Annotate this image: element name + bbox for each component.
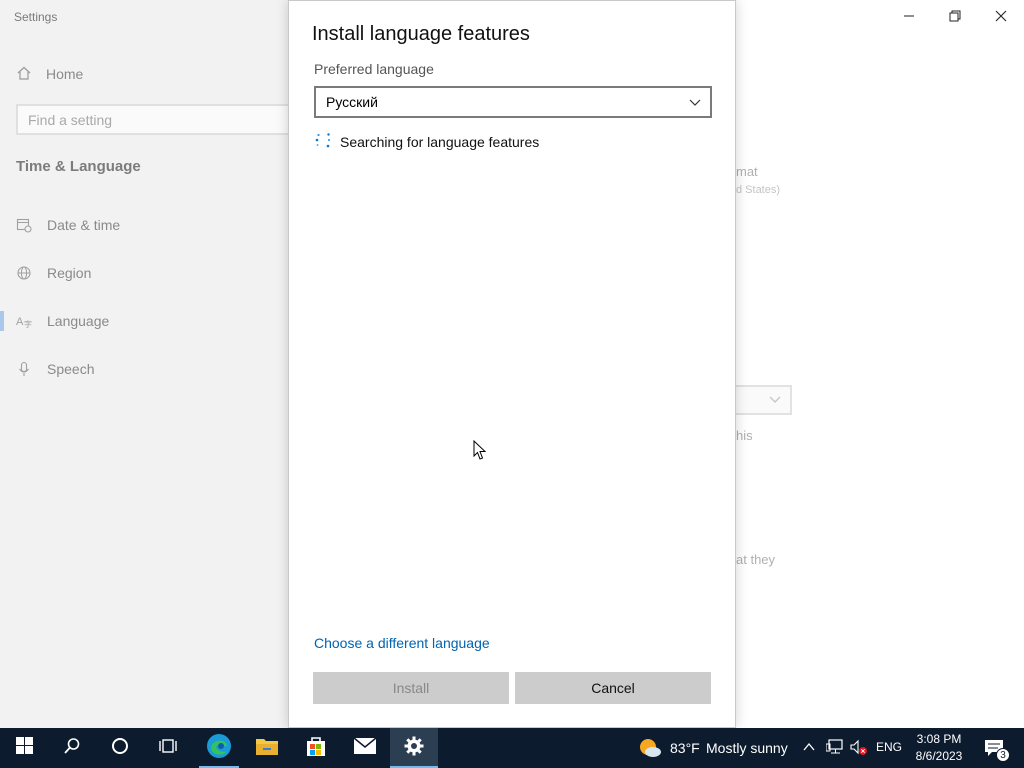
this-text-fragment: his [736, 428, 753, 443]
nav-home[interactable]: Home [16, 64, 83, 84]
cancel-button[interactable]: Cancel [515, 672, 711, 704]
sidebar-item-date-time[interactable]: Date & time [0, 207, 289, 243]
clock-time: 3:08 PM [916, 732, 962, 746]
weather-temperature: 83°F [670, 740, 700, 756]
edge-browser-icon [206, 733, 232, 764]
close-button[interactable] [978, 0, 1024, 32]
globe-icon [16, 265, 32, 281]
sidebar-item-label: Region [47, 265, 92, 281]
searching-status: Searching for language features [314, 131, 539, 152]
taskbar: 83°F Mostly sunny ENG 3:08 PM 8/6/2023 3 [0, 728, 1024, 768]
spinner-icon [314, 131, 332, 152]
calendar-clock-icon [16, 217, 32, 233]
dialog-title: Install language features [312, 23, 530, 45]
task-view-icon [159, 737, 177, 760]
chevron-down-icon [768, 392, 782, 411]
preferred-language-dropdown[interactable]: Русский [314, 86, 712, 118]
choose-different-language-link[interactable]: Choose a different language [314, 635, 490, 651]
chevron-up-icon [802, 741, 816, 758]
taskbar-store[interactable] [292, 728, 340, 768]
mail-icon [353, 736, 377, 760]
action-center-button[interactable]: 3 [980, 728, 1024, 768]
restore-button[interactable] [932, 0, 978, 32]
install-button[interactable]: Install [313, 672, 509, 704]
app-title: Settings [14, 10, 58, 24]
taskbar-settings[interactable] [390, 728, 438, 768]
sidebar-item-label: Speech [47, 361, 95, 377]
input-language-indicator[interactable]: ENG [876, 740, 902, 754]
taskbar-edge[interactable] [195, 728, 243, 768]
taskbar-file-explorer[interactable] [243, 728, 291, 768]
taskbar-mail[interactable] [341, 728, 389, 768]
show-hidden-icons-button[interactable] [802, 740, 816, 759]
weather-condition: Mostly sunny [706, 740, 788, 756]
search-button[interactable] [48, 728, 96, 768]
clock[interactable]: 3:08 PM 8/6/2023 [910, 731, 968, 765]
network-button[interactable] [825, 739, 844, 760]
windows-logo-icon [15, 737, 33, 759]
sidebar-item-region[interactable]: Region [0, 255, 289, 291]
install-language-dialog: Install language features Preferred lang… [288, 0, 736, 728]
start-button[interactable] [0, 728, 48, 768]
network-icon [825, 739, 844, 759]
gear-icon [403, 735, 425, 762]
minimize-button[interactable] [886, 0, 932, 32]
preferred-language-label: Preferred language [314, 61, 434, 77]
volume-muted-icon [850, 739, 868, 761]
that-they-text-fragment: at they [736, 552, 776, 567]
cortana-button[interactable] [96, 728, 144, 768]
chevron-down-icon [688, 95, 702, 112]
window-controls [886, 0, 1024, 32]
svg-text:A: A [16, 316, 24, 328]
notification-count-badge: 3 [996, 748, 1010, 762]
sidebar-item-label: Language [47, 313, 110, 329]
partly-sunny-icon [638, 737, 662, 764]
searching-text: Searching for language features [340, 133, 540, 150]
language-icon: A字 [16, 313, 32, 329]
search-field[interactable] [16, 104, 300, 135]
nav-home-label: Home [46, 66, 84, 82]
weather-widget[interactable]: 83°F Mostly sunny [638, 728, 798, 768]
format-text-fragment: mat [736, 164, 758, 179]
volume-button[interactable] [850, 739, 868, 762]
settings-nav-pane: Settings Home Time & Language Date & tim… [0, 0, 300, 728]
store-bag-icon [305, 735, 327, 762]
section-title: Time & Language [16, 158, 141, 175]
sidebar-item-language[interactable]: A字 Language [0, 303, 289, 339]
task-view-button[interactable] [144, 728, 192, 768]
search-icon [63, 737, 81, 760]
home-icon [16, 65, 32, 84]
search-input[interactable] [18, 106, 298, 133]
microphone-icon [16, 361, 32, 377]
mouse-cursor-icon [473, 439, 487, 466]
format-sub-fragment: d States) [736, 184, 781, 196]
sidebar-item-label: Date & time [47, 217, 121, 233]
sidebar-item-speech[interactable]: Speech [0, 351, 289, 387]
selected-language: Русский [326, 94, 378, 110]
svg-text:字: 字 [24, 319, 32, 329]
cortana-circle-icon [111, 737, 129, 760]
clock-date: 8/6/2023 [915, 749, 963, 763]
folder-icon [255, 736, 279, 761]
background-dropdown [733, 385, 792, 415]
